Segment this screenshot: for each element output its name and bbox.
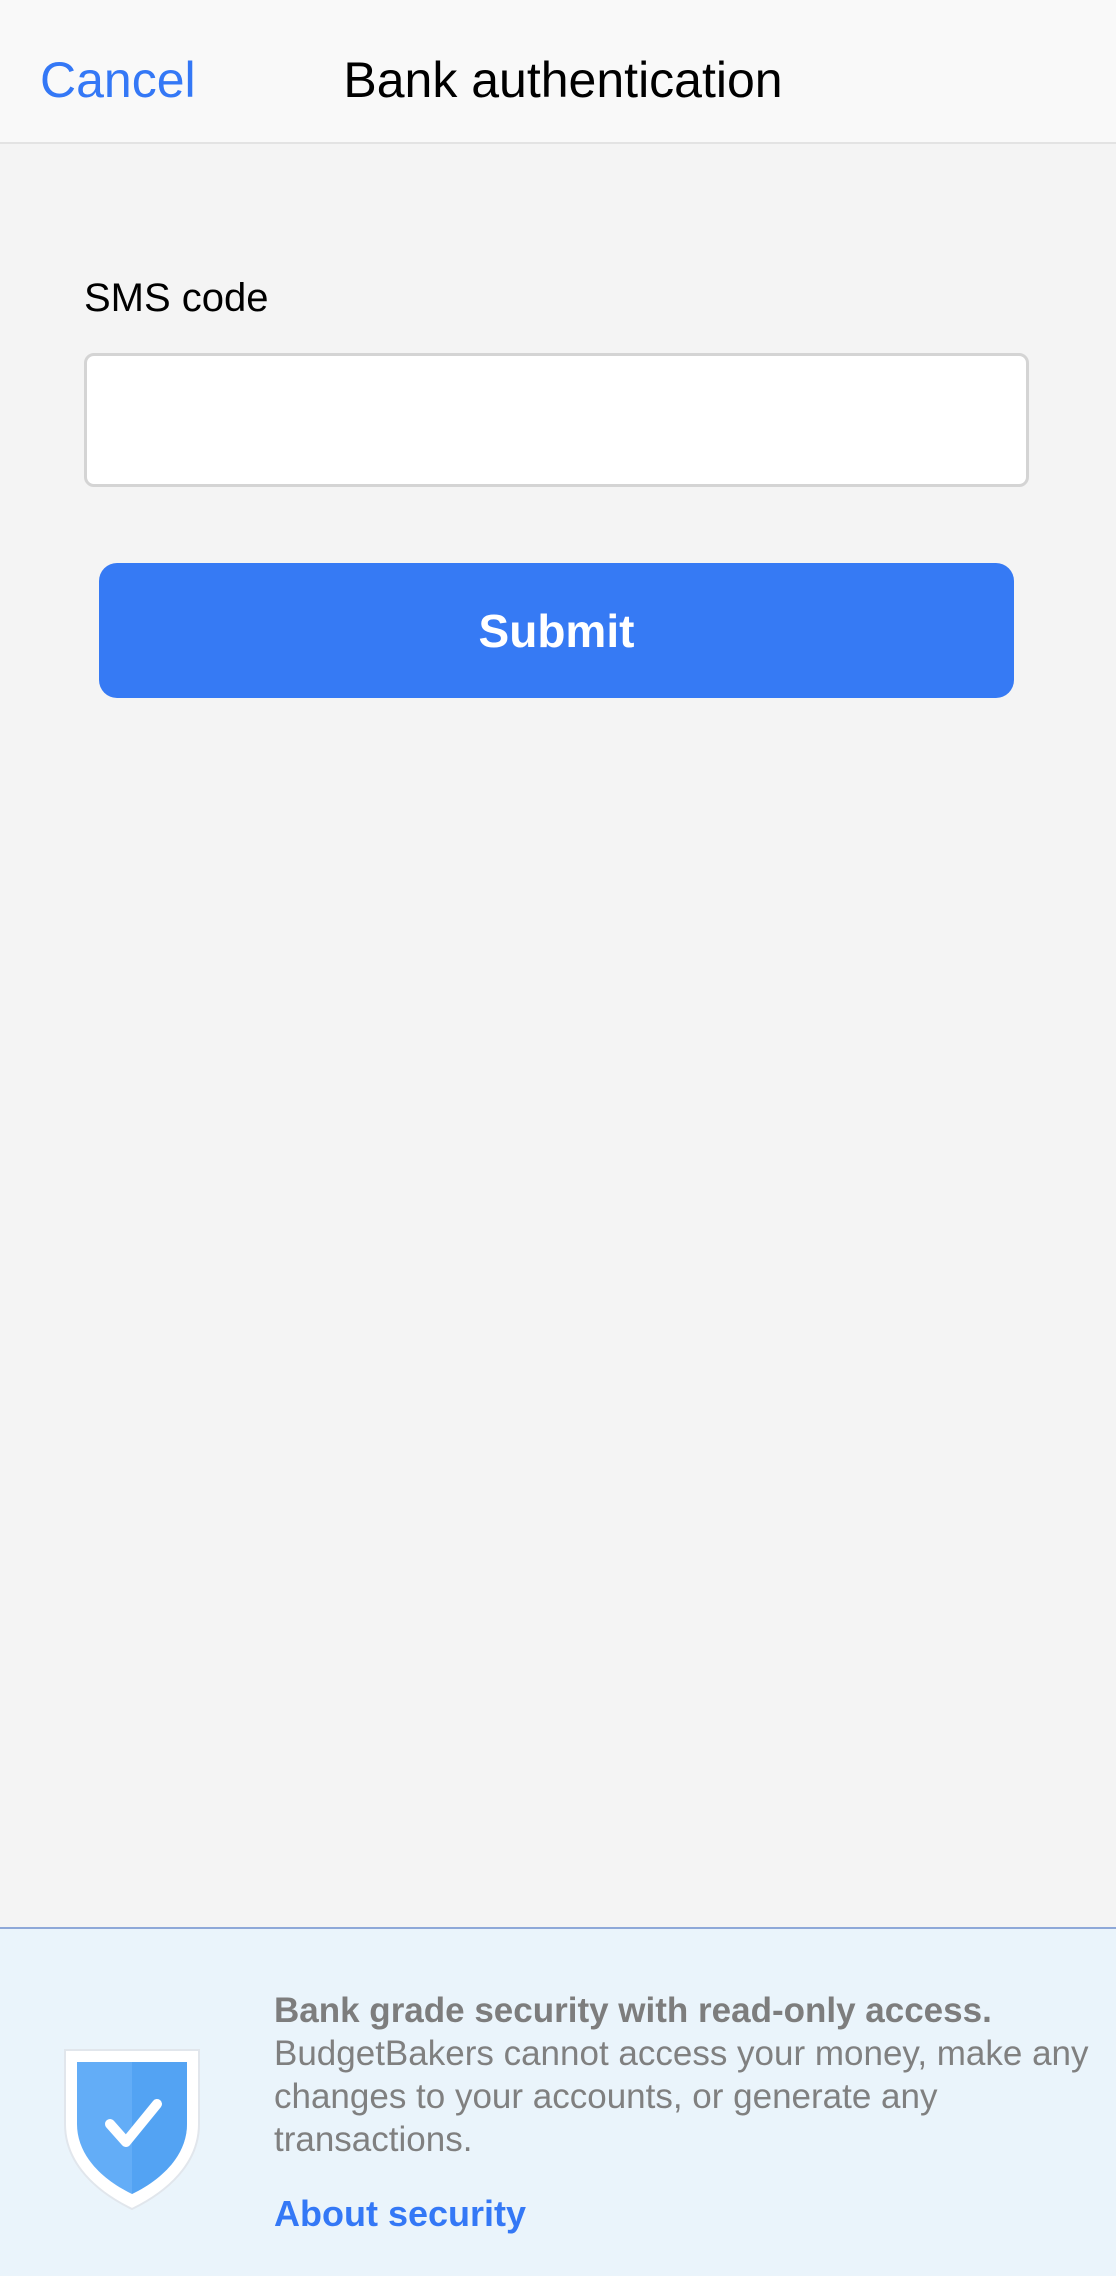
sms-code-label: SMS code (84, 276, 269, 320)
security-info-panel: Bank grade security with read-only acces… (0, 1927, 1116, 2276)
about-security-link[interactable]: About security (274, 2193, 526, 2235)
sms-code-input[interactable] (84, 353, 1029, 487)
shield-check-icon (64, 2049, 200, 2211)
submit-button[interactable]: Submit (99, 563, 1014, 698)
security-description: Bank grade security with read-only acces… (274, 1989, 1094, 2161)
navigation-bar: Cancel Bank authentication (0, 0, 1116, 144)
security-body: BudgetBakers cannot access your money, m… (274, 2034, 1089, 2159)
cancel-button[interactable]: Cancel (40, 40, 196, 120)
security-heading: Bank grade security with read-only acces… (274, 1991, 992, 2030)
